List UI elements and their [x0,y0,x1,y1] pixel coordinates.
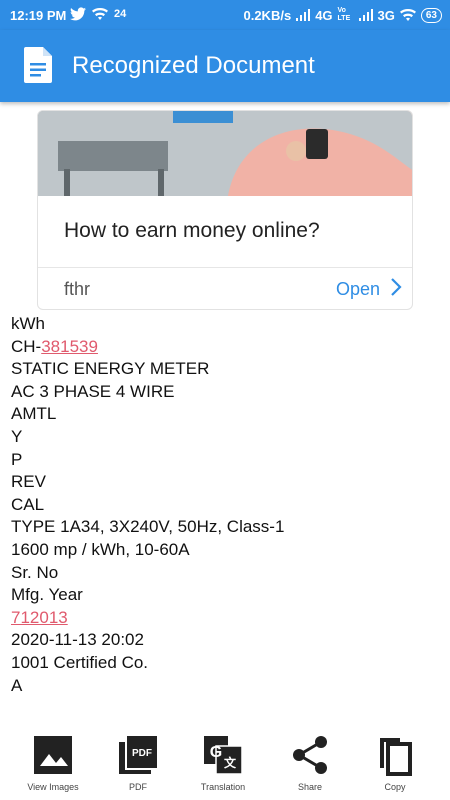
text-link[interactable]: 712013 [11,608,68,627]
ad-headline[interactable]: How to earn money online? [64,219,320,243]
text-line: 1600 mp / kWh, 10-60A [11,539,190,559]
text-line: 712013 [11,607,284,630]
text-line: A [11,675,23,695]
text-line: CAL [11,494,45,514]
signal-icon [296,9,311,21]
pdf-icon: PDF [119,736,157,774]
text-line: 1001 Certified Co. [11,652,149,672]
translate-icon: G 文 [204,736,243,775]
text-line: STATIC ENERGY METER [11,359,210,379]
text-line: Mfg. Year [11,585,83,605]
wifi-icon [92,8,108,20]
translation-label: Translation [200,782,246,792]
status-bar: 12:19 PM 24 0.2KB/s 4G Vo LTE 3G 63 [0,0,450,30]
text-line: TYPE 1A34, 3X240V, 50Hz, Class-1 [11,517,285,537]
page-title: Recognized Document [72,52,315,79]
ad-card[interactable]: How to earn money online? fthr Open [37,110,413,310]
svg-text:PDF: PDF [132,748,152,759]
network-type-2: 3G [377,7,395,23]
pdf-button[interactable]: PDF PDF [98,734,178,792]
chevron-right-icon[interactable] [390,277,402,303]
text-line: AMTL [11,404,57,424]
share-icon [293,736,327,774]
text-line: AC 3 PHASE 4 WIRE [11,381,175,401]
ad-image-art [38,111,412,196]
bottom-toolbar: View Images PDF PDF G 文 Translation Shar… [0,728,450,800]
volte-badge: Vo LTE [337,7,351,22]
status-right: 0.2KB/s 4G Vo LTE 3G 63 [243,7,442,23]
document-icon [24,47,52,83]
text-line: 2020-11-13 20:02 [11,630,144,650]
image-icon [34,736,72,774]
text-line: CH-381539 [11,336,284,359]
text-line: Y [11,426,23,446]
ad-divider [38,267,412,268]
signal-icon-2 [358,9,373,21]
text-line-prefix: CH- [11,336,42,356]
text-line: kWh [11,314,45,333]
pdf-label: PDF [129,782,147,792]
wifi-icon-2 [399,9,416,21]
translation-button[interactable]: G 文 Translation [183,734,263,792]
network-speed: 0.2KB/s [243,7,292,23]
text-line: Sr. No [11,562,59,582]
svg-text:G: G [210,744,222,761]
network-type-1: 4G [315,7,333,23]
text-line: P [11,449,23,469]
share-label: Share [297,782,323,792]
status-time: 12:19 PM [10,8,67,23]
recognized-text[interactable]: kWh CH-381539 STATIC ENERGY METER AC 3 PHAS… [11,313,284,697]
ad-image[interactable] [38,111,412,196]
twitter-icon [70,7,86,21]
view-images-button[interactable]: View Images [13,734,93,792]
copy-icon [380,738,412,776]
text-link[interactable]: 381539 [41,337,98,356]
view-images-label: View Images [27,782,79,792]
svg-text:文: 文 [224,755,237,770]
ad-open-button[interactable]: Open [336,279,380,300]
copy-label: Copy [384,782,406,792]
notification-count: 24 [114,8,127,20]
share-button[interactable]: Share [270,734,350,792]
ad-advertiser: fthr [64,279,91,299]
notification-icons: 24 [70,7,126,21]
copy-button[interactable]: Copy [355,734,435,792]
battery-icon: 63 [420,7,442,23]
app-toolbar: Recognized Document [0,30,450,102]
text-line: REV [11,472,46,492]
